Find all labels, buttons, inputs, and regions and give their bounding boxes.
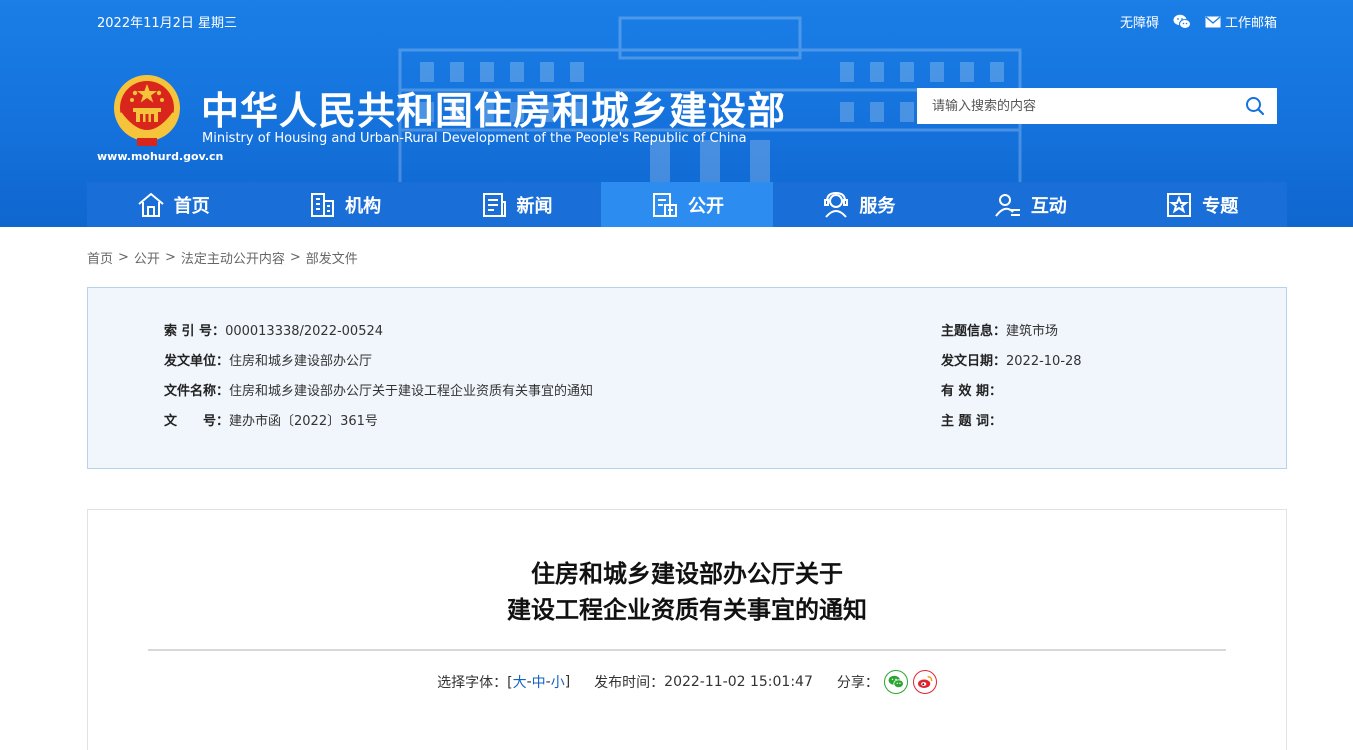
wechat-icon[interactable]	[1173, 14, 1191, 30]
title-divider	[148, 649, 1226, 651]
document-number-row: 文 号：建办市函〔2022〕361号	[164, 410, 378, 429]
font-size-close: ]	[564, 674, 571, 690]
document-name-row: 文件名称：住房和城乡建设部办公厅关于建设工程企业资质有关事宜的通知	[164, 380, 593, 399]
nav-item-label: 新闻	[516, 195, 553, 217]
index-number-row: 索 引 号：000013338/2022-00524	[164, 320, 383, 339]
nav-item-home[interactable]: 首页	[87, 182, 258, 227]
wechat-share-icon	[888, 675, 904, 689]
document-number-label: 文 号：	[164, 414, 230, 429]
main-nav: 首页 机构 新闻 公开 服务 互动 专题	[87, 182, 1287, 227]
share-label: 分享：	[836, 675, 879, 691]
issuer-row: 发文单位：住房和城乡建设部办公厅	[164, 350, 372, 369]
nav-item-label: 公开	[687, 195, 724, 217]
national-emblem-logo	[114, 75, 180, 146]
nav-item-interaction[interactable]: 互动	[944, 182, 1115, 227]
breadcrumb-public[interactable]: 公开	[134, 248, 160, 267]
issuer-label: 发文单位：	[164, 354, 230, 369]
site-subtitle: Ministry of Housing and Urban-Rural Deve…	[202, 131, 747, 146]
nav-item-label: 服务	[859, 195, 896, 217]
nav-item-topics[interactable]: 专题	[1116, 182, 1287, 227]
document-number-value: 建办市函〔2022〕361号	[229, 414, 378, 429]
article-meta: 选择字体：[ 大 - 中 - 小 ] 发布时间： 2022-11-02 15:0…	[88, 670, 1286, 694]
site-domain: www.mohurd.gov.cn	[97, 150, 224, 163]
breadcrumb-separator: >	[118, 250, 129, 265]
service-icon	[824, 191, 849, 218]
topic-label: 主题信息：	[941, 324, 1007, 339]
nav-item-label: 机构	[345, 195, 382, 217]
font-size-small[interactable]: 小	[551, 672, 565, 692]
keywords-label: 主 题 词：	[941, 414, 1003, 429]
top-utility-links: 无障碍 工作邮箱	[1120, 12, 1277, 31]
font-size-large[interactable]: 大	[513, 672, 527, 692]
issue-date-row: 发文日期：2022-10-28	[941, 350, 1082, 369]
document-metadata-box: 索 引 号：000013338/2022-00524 发文单位：住房和城乡建设部…	[87, 287, 1287, 469]
index-number-value: 000013338/2022-00524	[225, 324, 384, 339]
nav-item-label: 首页	[173, 195, 210, 217]
document-name-label: 文件名称：	[164, 384, 230, 399]
nav-item-public[interactable]: 公开	[601, 182, 773, 227]
nav-item-news[interactable]: 新闻	[430, 182, 601, 227]
article-title-line2: 建设工程企业资质有关事宜的通知	[507, 596, 867, 624]
site-header: 2022年11月2日 星期三 无障碍 工作邮箱 中华人民共和国住房和城乡建设部	[0, 0, 1353, 227]
search-button[interactable]	[1233, 88, 1277, 124]
breadcrumb-statutory-content[interactable]: 法定主动公开内容	[181, 248, 285, 267]
validity-label: 有 效 期：	[941, 384, 1003, 399]
accessibility-link[interactable]: 无障碍	[1120, 12, 1159, 31]
topic-row: 主题信息：建筑市场	[941, 320, 1058, 339]
font-size-medium[interactable]: 中	[532, 672, 546, 692]
mail-icon	[1205, 15, 1221, 27]
nav-item-label: 专题	[1202, 195, 1239, 217]
font-size-label: 选择字体：[	[437, 675, 513, 691]
weibo-share-icon	[917, 676, 933, 688]
news-icon	[482, 192, 506, 217]
breadcrumb-home[interactable]: 首页	[87, 248, 113, 267]
nav-item-label: 互动	[1030, 195, 1067, 217]
breadcrumb-separator: >	[289, 250, 301, 265]
work-mail-link[interactable]: 工作邮箱	[1205, 12, 1277, 31]
issuer-value: 住房和城乡建设部办公厅	[229, 354, 373, 369]
article-panel: 住房和城乡建设部办公厅关于 建设工程企业资质有关事宜的通知 选择字体：[ 大 -…	[87, 509, 1287, 750]
nav-item-service[interactable]: 服务	[773, 182, 944, 227]
work-mail-label: 工作邮箱	[1224, 16, 1277, 31]
home-icon	[138, 192, 164, 217]
star-icon	[1167, 192, 1192, 217]
document-name-value: 住房和城乡建设部办公厅关于建设工程企业资质有关事宜的通知	[229, 384, 594, 399]
building-icon	[311, 192, 335, 217]
weibo-share-button[interactable]	[912, 670, 937, 694]
search-icon	[1246, 97, 1265, 116]
index-number-label: 索 引 号：	[164, 324, 226, 339]
interaction-icon	[995, 193, 1020, 217]
search-box	[917, 88, 1277, 124]
site-title: 中华人民共和国住房和城乡建设部	[201, 89, 787, 133]
nav-item-organization[interactable]: 机构	[258, 182, 429, 227]
issue-date-value: 2022-10-28	[1006, 354, 1082, 369]
publish-time-label: 发布时间：	[594, 675, 665, 691]
breadcrumb: 首页 > 公开 > 法定主动公开内容 > 部发文件	[87, 248, 358, 267]
breadcrumb-separator: >	[164, 250, 176, 265]
article-title-line1: 住房和城乡建设部办公厅关于	[531, 560, 843, 588]
validity-row: 有 效 期：	[941, 380, 1002, 399]
publish-time-value: 2022-11-02 15:01:47	[664, 674, 813, 690]
keywords-row: 主 题 词：	[941, 410, 1002, 429]
search-input[interactable]	[917, 88, 1233, 124]
wechat-share-button[interactable]	[883, 670, 908, 694]
open-docs-icon	[652, 192, 677, 217]
topic-value: 建筑市场	[1006, 324, 1059, 339]
breadcrumb-ministry-docs[interactable]: 部发文件	[306, 248, 358, 267]
current-date: 2022年11月2日 星期三	[97, 16, 238, 31]
issue-date-label: 发文日期：	[941, 354, 1007, 369]
